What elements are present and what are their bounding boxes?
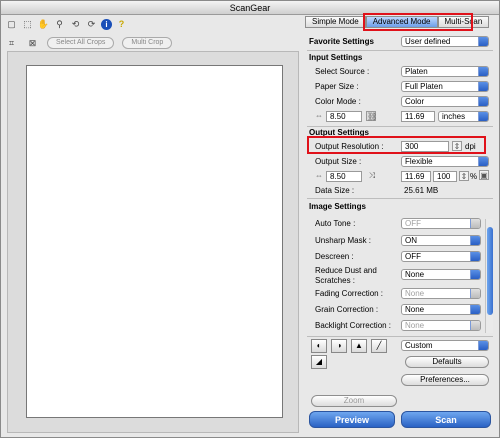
crop-icon[interactable]: ⬚ xyxy=(21,18,34,31)
zoom-icon[interactable]: ⚲ xyxy=(53,18,66,31)
paper-size-select[interactable]: Full Platen xyxy=(401,81,489,92)
backlight-correction-label: Backlight Correction : xyxy=(315,321,392,330)
output-width-field[interactable]: 8.50 xyxy=(326,171,362,182)
rotate-right-icon[interactable]: ⟳ xyxy=(85,18,98,31)
preferences-button[interactable]: Preferences... xyxy=(401,374,489,386)
scratches-label: Scratches : xyxy=(315,276,356,285)
rotate-left-icon[interactable]: ⟲ xyxy=(69,18,82,31)
select-frame-icon[interactable]: ▢ xyxy=(5,18,18,31)
descreen-label: Descreen : xyxy=(315,252,354,261)
output-height-field[interactable]: 11.69 xyxy=(401,171,431,182)
scan-button[interactable]: Scan xyxy=(401,411,491,428)
descreen-select[interactable]: OFF xyxy=(401,251,481,262)
preview-area[interactable] xyxy=(7,51,299,433)
multi-crop-button[interactable]: Multi Crop xyxy=(122,37,173,49)
unit-select[interactable]: inches xyxy=(438,111,489,122)
image-settings-scrollbar[interactable] xyxy=(485,219,493,333)
fading-correction-select[interactable]: None xyxy=(401,288,481,299)
auto-tone-label: Auto Tone : xyxy=(315,219,356,228)
width-icon: ⇔ xyxy=(315,111,323,120)
backlight-correction-select[interactable]: None xyxy=(401,320,481,331)
help-icon[interactable]: ? xyxy=(115,18,128,31)
clear-crop-icon[interactable]: ⊠ xyxy=(26,37,39,50)
preview-paper xyxy=(26,65,283,418)
output-size-select[interactable]: Flexible xyxy=(401,156,489,167)
unsharp-mask-select[interactable]: ON xyxy=(401,235,481,246)
reduce-dust-label: Reduce Dust and xyxy=(315,266,377,275)
preview-button[interactable]: Preview xyxy=(309,411,395,428)
aspect-lock-icon[interactable]: ⛓ xyxy=(366,111,377,121)
info-icon[interactable]: i xyxy=(101,18,112,30)
divider xyxy=(307,336,493,337)
color-mode-label: Color Mode : xyxy=(315,97,361,106)
fading-correction-label: Fading Correction : xyxy=(315,289,384,298)
tone-curve-icon[interactable]: ╱ xyxy=(371,339,387,353)
scrollbar-thumb[interactable] xyxy=(487,227,493,315)
output-scale-field[interactable]: 100 xyxy=(433,171,457,182)
select-source-label: Select Source : xyxy=(315,67,370,76)
select-source-select[interactable]: Platen xyxy=(401,66,489,77)
histogram-icon[interactable]: ▲ xyxy=(351,339,367,353)
input-height-field[interactable]: 11.69 xyxy=(401,111,435,122)
hand-icon[interactable]: ✋ xyxy=(37,18,50,31)
divider xyxy=(307,50,493,51)
divider xyxy=(307,198,493,199)
color-mode-select[interactable]: Color xyxy=(401,96,489,107)
auto-tone-select[interactable]: OFF xyxy=(401,218,481,229)
percent-label: % xyxy=(470,172,478,181)
width-icon: ⇔ xyxy=(315,171,323,180)
input-settings-header: Input Settings xyxy=(309,53,363,62)
paper-size-label: Paper Size : xyxy=(315,82,359,91)
swap-icon[interactable]: ⤨ xyxy=(367,171,377,181)
brightness-icon[interactable]: ◐ xyxy=(311,339,327,353)
reduce-dust-select[interactable]: None xyxy=(401,269,481,280)
highlight-advanced-mode xyxy=(363,13,473,31)
data-size-label: Data Size : xyxy=(315,186,355,195)
divider xyxy=(307,126,493,127)
favorite-settings-select[interactable]: User defined xyxy=(401,36,489,47)
grain-correction-label: Grain Correction : xyxy=(315,305,379,314)
select-all-crops-button[interactable]: Select All Crops xyxy=(47,37,115,49)
output-size-options-icon[interactable]: ▣ xyxy=(479,170,489,180)
contrast-icon[interactable]: ◑ xyxy=(331,339,347,353)
tone-settings-select[interactable]: Custom xyxy=(401,340,489,351)
defaults-button[interactable]: Defaults xyxy=(405,356,489,368)
threshold-icon[interactable]: ◢ xyxy=(311,355,327,369)
favorite-settings-label: Favorite Settings xyxy=(309,37,374,46)
image-settings-header: Image Settings xyxy=(309,202,366,211)
input-width-field[interactable]: 8.50 xyxy=(326,111,362,122)
data-size-value: 25.61 MB xyxy=(404,186,439,195)
scangear-window: ScanGear ▢ ⬚ ✋ ⚲ ⟲ ⟳ i ? ⌗ ⊠ Select All … xyxy=(0,0,500,438)
grain-correction-select[interactable]: None xyxy=(401,304,481,315)
auto-crop-icon[interactable]: ⌗ xyxy=(5,37,18,50)
tab-simple-mode[interactable]: Simple Mode xyxy=(305,16,366,28)
scale-stepper-icon[interactable]: ⇕ xyxy=(459,171,469,181)
crop-toolbar: ⌗ ⊠ Select All Crops Multi Crop xyxy=(5,37,173,50)
highlight-output-resolution xyxy=(307,136,486,154)
toolbar: ▢ ⬚ ✋ ⚲ ⟲ ⟳ i ? xyxy=(5,17,128,31)
output-size-label: Output Size : xyxy=(315,157,362,166)
unsharp-mask-label: Unsharp Mask : xyxy=(315,236,372,245)
zoom-button[interactable]: Zoom xyxy=(311,395,397,407)
